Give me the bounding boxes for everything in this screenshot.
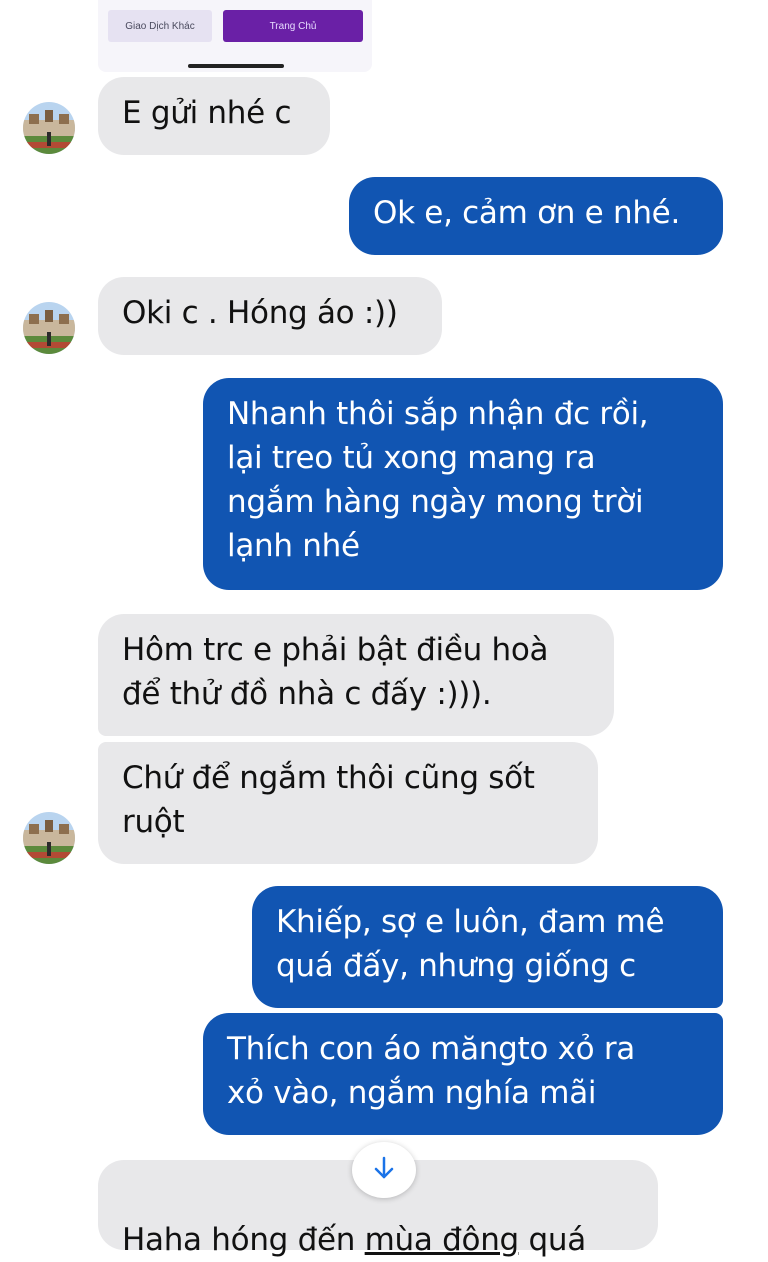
outgoing-message[interactable]: Ok e, cảm ơn e nhé.: [349, 177, 723, 255]
home-button[interactable]: Trang Chủ: [223, 10, 363, 42]
other-transaction-button[interactable]: Giao Dịch Khác: [108, 10, 212, 42]
card-divider: [188, 64, 284, 68]
incoming-message[interactable]: Chứ để ngắm thôi cũng sốt ruột: [98, 742, 598, 864]
outgoing-message[interactable]: Nhanh thôi sắp nhận đc rồi, lại treo tủ …: [203, 378, 723, 590]
contact-avatar[interactable]: [23, 302, 75, 354]
outgoing-message[interactable]: Khiếp, sợ e luôn, đam mê quá đấy, nhưng …: [252, 886, 723, 1008]
arrow-down-icon: [372, 1155, 396, 1185]
underlined-text[interactable]: mùa đông: [365, 1222, 520, 1258]
incoming-message[interactable]: Oki c . Hóng áo :)): [98, 277, 442, 355]
scroll-to-bottom-button[interactable]: [352, 1142, 416, 1198]
outgoing-message[interactable]: Thích con áo măngto xỏ ra xỏ vào, ngắm n…: [203, 1013, 723, 1135]
contact-avatar[interactable]: [23, 812, 75, 864]
message-text: quá: [518, 1222, 586, 1258]
shared-card: Giao Dịch Khác Trang Chủ: [98, 0, 372, 72]
incoming-message[interactable]: E gửi nhé c: [98, 77, 330, 155]
message-text: Haha hóng đến: [122, 1222, 365, 1258]
incoming-message[interactable]: Hôm trc e phải bật điều hoà để thử đồ nh…: [98, 614, 614, 736]
contact-avatar[interactable]: [23, 102, 75, 154]
